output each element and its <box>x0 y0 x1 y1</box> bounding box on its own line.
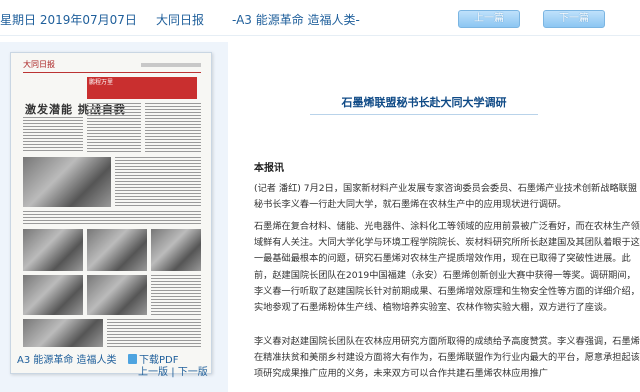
thumbnail-masthead: 大同日报 <box>23 59 201 73</box>
article-source: 本报讯 <box>254 163 284 174</box>
prev-page-link[interactable]: 上一版 <box>138 367 168 378</box>
article-title: 石墨烯联盟秘书长赴大同大学调研 <box>341 96 507 109</box>
thumbnail-photo <box>151 229 201 271</box>
article-paragraph: (记者 潘红) 7月2日，国家新材料产业发展专家咨询委员会委员、石墨烯产业技术创… <box>254 183 638 211</box>
thumbnail-photo <box>23 319 103 347</box>
edition-title[interactable]: -A3 能源革命 造福人类- <box>232 11 360 28</box>
thumbnail-text-block <box>115 157 201 207</box>
page-preview-panel: 大同日报 鹏程万里 激发潜能 挑战自我 A3 能源革命 造福人类 下载PDF 上… <box>0 42 228 392</box>
article-paragraph: 石墨烯在复合材料、储能、光电器件、涂料化工等领域的应用前景被广泛看好，而在农林生… <box>254 221 640 314</box>
top-bar: 星期日 2019年07月07日 大同日报 -A3 能源革命 造福人类- 上一篇 … <box>0 0 640 36</box>
next-article-button[interactable]: 下一篇 <box>543 10 605 28</box>
thumbnail-red-box: 鹏程万里 <box>87 77 197 99</box>
page-link-separator: | <box>171 367 175 378</box>
title-divider <box>310 114 538 115</box>
article-content: 石墨烯联盟秘书长赴大同大学调研 本报讯 (记者 潘红) 7月2日，国家新材料产业… <box>240 56 640 392</box>
thumbnail-text-block <box>87 103 141 153</box>
page-navigation: 上一版 | 下一版 <box>138 363 208 378</box>
newspaper-page-thumbnail[interactable]: 大同日报 鹏程万里 激发潜能 挑战自我 <box>10 52 212 374</box>
article-paragraph: 李义春对赵建国院长团队在农林应用研究方面所取得的成绩给予高度赞赏。李义春强调，石… <box>254 336 640 380</box>
pdf-icon <box>128 354 137 364</box>
thumbnail-photo <box>23 229 83 271</box>
prev-article-button[interactable]: 上一篇 <box>458 10 520 28</box>
thumbnail-text-block <box>23 117 83 153</box>
thumbnail-text-block <box>145 103 201 153</box>
thumbnail-photo <box>87 229 147 271</box>
thumbnail-text-block <box>151 275 201 315</box>
thumbnail-text-block <box>107 319 201 347</box>
newspaper-name[interactable]: 大同日报 <box>156 11 204 28</box>
issue-date: 星期日 2019年07月07日 <box>0 13 137 27</box>
next-page-link[interactable]: 下一版 <box>178 367 208 378</box>
thumbnail-photo <box>23 275 83 315</box>
thumbnail-text-block <box>23 211 201 225</box>
thumbnail-photo <box>23 157 111 207</box>
edition-caption-link[interactable]: A3 能源革命 造福人类 <box>17 351 117 366</box>
thumbnail-photo <box>87 275 147 315</box>
